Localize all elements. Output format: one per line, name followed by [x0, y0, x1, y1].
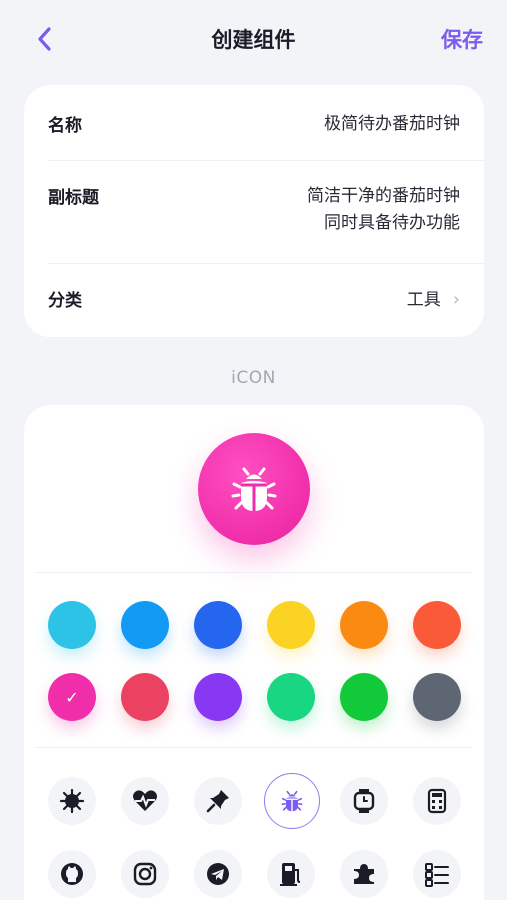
divider: [36, 572, 472, 573]
icon-picker-card: ✓: [24, 405, 484, 900]
instagram-icon[interactable]: [121, 850, 169, 898]
color-swatch-magenta[interactable]: ✓: [48, 673, 96, 721]
color-swatch-sky-blue[interactable]: [121, 601, 169, 649]
category-row[interactable]: 分类 工具 ›: [48, 286, 460, 314]
chevron-right-icon: ›: [452, 289, 460, 310]
category-text: 工具: [406, 290, 441, 310]
check-icon: ✓: [65, 687, 79, 707]
color-swatch-purple[interactable]: [194, 673, 242, 721]
watch-icon[interactable]: [340, 777, 388, 825]
color-swatch-cyan[interactable]: [48, 601, 96, 649]
widget-info-card: 名称 极简待办番茄时钟 副标题 简洁干净的番茄时钟 同时具备待办功能 分类 工具…: [24, 85, 484, 337]
name-value: 极简待办番茄时钟: [324, 114, 460, 134]
calculator-icon[interactable]: [413, 777, 461, 825]
bug-icon: [231, 467, 277, 511]
icon-preview: [198, 433, 310, 545]
virus-icon[interactable]: [48, 777, 96, 825]
color-swatch-blue[interactable]: [194, 601, 242, 649]
bug-icon-option[interactable]: [264, 773, 320, 829]
icon-section-label: iCON: [231, 368, 276, 388]
puzzle-icon[interactable]: [340, 850, 388, 898]
heart-pulse-icon[interactable]: [121, 777, 169, 825]
subtitle-line-1: 简洁干净的番茄时钟: [307, 186, 460, 206]
subtitle-line-2: 同时具备待办功能: [324, 213, 460, 233]
github-icon[interactable]: [48, 850, 96, 898]
divider: [48, 263, 484, 264]
name-label: 名称: [48, 116, 82, 136]
color-swatch-rose[interactable]: [121, 673, 169, 721]
name-row[interactable]: 名称 极简待办番茄时钟: [48, 111, 460, 138]
nav-bar: 创建组件 保存: [0, 0, 507, 80]
color-swatch-orange[interactable]: [340, 601, 388, 649]
color-swatch-green[interactable]: [340, 673, 388, 721]
page-title: 创建组件: [211, 28, 296, 52]
subtitle-value: 简洁干净的番茄时钟 同时具备待办功能: [307, 183, 460, 237]
color-swatch-mint[interactable]: [267, 673, 315, 721]
subtitle-label: 副标题: [48, 188, 99, 208]
pin-icon[interactable]: [194, 777, 242, 825]
category-value: 工具 ›: [407, 286, 460, 314]
save-button[interactable]: 保存: [441, 24, 483, 54]
checklist-icon[interactable]: [413, 850, 461, 898]
category-label: 分类: [48, 291, 82, 311]
subtitle-row[interactable]: 副标题 简洁干净的番茄时钟 同时具备待办功能: [48, 183, 460, 237]
divider: [48, 160, 484, 161]
color-swatch-yellow[interactable]: [267, 601, 315, 649]
ev-charger-icon[interactable]: [267, 850, 315, 898]
color-swatch-red-orange[interactable]: [413, 601, 461, 649]
divider: [36, 747, 472, 748]
color-swatch-gray[interactable]: [413, 673, 461, 721]
telegram-icon[interactable]: [194, 850, 242, 898]
